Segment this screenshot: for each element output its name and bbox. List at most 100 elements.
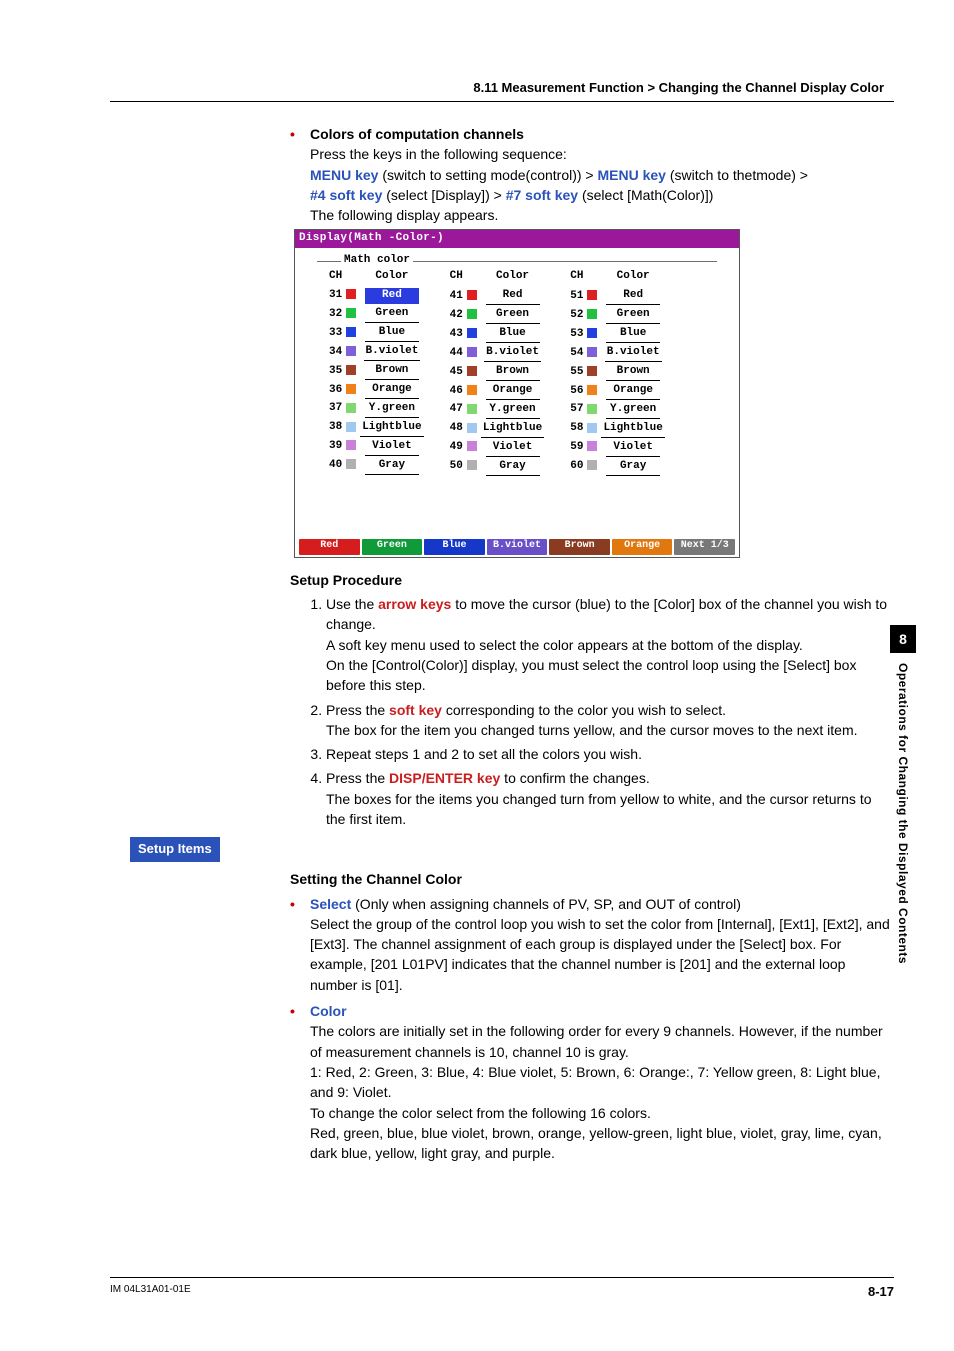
section-bullet: • Colors of computation channels — [290, 124, 894, 144]
color-value-box[interactable]: B.violet — [364, 344, 421, 361]
color-value-box[interactable]: Lightblue — [360, 420, 423, 437]
softkey[interactable]: B.violet — [487, 539, 548, 555]
color-body-1: The colors are initially set in the foll… — [310, 1021, 894, 1062]
color-swatch — [346, 289, 356, 299]
color-value-box[interactable]: Y.green — [365, 401, 419, 418]
color-value-box[interactable]: Green — [486, 307, 540, 324]
color-swatch — [467, 309, 477, 319]
color-swatch — [346, 346, 356, 356]
color-value-box[interactable]: Blue — [486, 326, 540, 343]
color-swatch — [467, 460, 477, 470]
key-name: arrow keys — [378, 596, 451, 612]
color-swatch — [346, 459, 356, 469]
color-swatch — [467, 385, 477, 395]
color-value-box[interactable]: Green — [365, 306, 419, 323]
color-value-box[interactable]: B.violet — [484, 345, 541, 362]
setup-items-tag: Setup Items — [130, 837, 220, 862]
color-value-box[interactable]: Gray — [365, 458, 419, 475]
color-value-box[interactable]: Y.green — [606, 402, 660, 419]
chapter-number: 8 — [890, 625, 916, 653]
color-value-box[interactable]: Lightblue — [481, 421, 544, 438]
color-value-box[interactable]: Lightblue — [601, 421, 664, 438]
softkey[interactable]: Brown — [549, 539, 610, 555]
softkey[interactable]: Blue — [424, 539, 485, 555]
key-sequence: MENU key (switch to setting mode(control… — [310, 165, 894, 206]
procedure-step: Use the arrow keys to move the cursor (b… — [326, 594, 894, 695]
display-screenshot: Display(Math -Color-) Math color CHColor… — [294, 229, 740, 557]
procedure-step: Press the soft key corresponding to the … — [326, 700, 894, 741]
color-swatch — [346, 403, 356, 413]
setting-channel-color-heading: Setting the Channel Color — [290, 869, 894, 889]
color-swatch — [587, 460, 597, 470]
color-swatch — [467, 290, 477, 300]
color-swatch — [467, 423, 477, 433]
chapter-tab: 8 Operations for Changing the Displayed … — [890, 625, 916, 964]
chapter-title: Operations for Changing the Displayed Co… — [896, 663, 910, 964]
color-swatch — [346, 308, 356, 318]
color-swatch — [587, 423, 597, 433]
footer-doc-id: IM 04L31A01-01E — [110, 1284, 191, 1299]
procedure-list: Use the arrow keys to move the cursor (b… — [290, 594, 894, 829]
channel-color-column: CHColor51Red52Green53Blue54B.violet55Bro… — [568, 268, 667, 476]
procedure-step: Press the DISP/ENTER key to confirm the … — [326, 768, 894, 829]
procedure-step-extra: The boxes for the items you changed turn… — [326, 789, 894, 830]
color-value-box[interactable]: B.violet — [605, 345, 662, 362]
setup-procedure-heading: Setup Procedure — [290, 570, 894, 590]
color-swatch — [587, 385, 597, 395]
color-body-3: To change the color select from the foll… — [310, 1103, 894, 1123]
color-value-box[interactable]: Orange — [606, 383, 660, 400]
color-value-box[interactable]: Red — [486, 288, 540, 305]
color-swatch — [587, 290, 597, 300]
color-value-box[interactable]: Gray — [606, 459, 660, 476]
color-value-box[interactable]: Violet — [365, 439, 419, 456]
color-value-box[interactable]: Blue — [365, 325, 419, 342]
color-swatch — [346, 365, 356, 375]
procedure-step-extra: On the [Control(Color)] display, you mus… — [326, 655, 894, 696]
color-value-box[interactable]: Blue — [606, 326, 660, 343]
softkey[interactable]: Next 1/3 — [674, 539, 735, 555]
color-swatch — [346, 384, 356, 394]
color-value-box[interactable]: Y.green — [486, 402, 540, 419]
color-value-box[interactable]: Orange — [486, 383, 540, 400]
color-swatch — [467, 404, 477, 414]
color-swatch — [467, 347, 477, 357]
color-swatch — [587, 328, 597, 338]
color-swatch — [587, 366, 597, 376]
color-swatch — [587, 404, 597, 414]
softkey[interactable]: Orange — [612, 539, 673, 555]
color-value-box[interactable]: Brown — [365, 363, 419, 380]
softkey[interactable]: Red — [299, 539, 360, 555]
following-line: The following display appears. — [310, 205, 894, 225]
footer-page-number: 8-17 — [868, 1284, 894, 1299]
key-name: DISP/ENTER key — [389, 770, 500, 786]
color-swatch — [346, 422, 356, 432]
color-bullet: • Color — [290, 1001, 894, 1021]
color-swatch — [587, 309, 597, 319]
color-swatch — [346, 327, 356, 337]
select-bullet: • Select (Only when assigning channels o… — [290, 894, 894, 914]
color-swatch — [467, 366, 477, 376]
color-value-box[interactable]: Violet — [486, 440, 540, 457]
color-swatch — [467, 441, 477, 451]
color-value-box[interactable]: Brown — [486, 364, 540, 381]
color-swatch — [587, 441, 597, 451]
color-swatch — [346, 440, 356, 450]
color-value-box[interactable]: Brown — [606, 364, 660, 381]
channel-color-column: CHColor41Red42Green43Blue44B.violet45Bro… — [448, 268, 547, 476]
color-value-box[interactable]: Red — [606, 288, 660, 305]
color-body-4: Red, green, blue, blue violet, brown, or… — [310, 1123, 894, 1164]
softkey-row: RedGreenBlueB.violetBrownOrangeNext 1/3 — [295, 537, 739, 557]
color-value-box[interactable]: Orange — [365, 382, 419, 399]
select-body: Select the group of the control loop you… — [310, 914, 894, 995]
color-value-box[interactable]: Gray — [486, 459, 540, 476]
key-name: soft key — [389, 702, 442, 718]
color-swatch — [587, 347, 597, 357]
softkey[interactable]: Green — [362, 539, 423, 555]
color-value-box[interactable]: Violet — [606, 440, 660, 457]
procedure-step-extra: The box for the item you changed turns y… — [326, 720, 894, 740]
color-value-box[interactable]: Red — [365, 288, 419, 304]
procedure-step-extra: A soft key menu used to select the color… — [326, 635, 894, 655]
screenshot-title: Display(Math -Color-) — [295, 230, 739, 248]
color-value-box[interactable]: Green — [606, 307, 660, 324]
page-header: 8.11 Measurement Function > Changing the… — [110, 80, 894, 102]
